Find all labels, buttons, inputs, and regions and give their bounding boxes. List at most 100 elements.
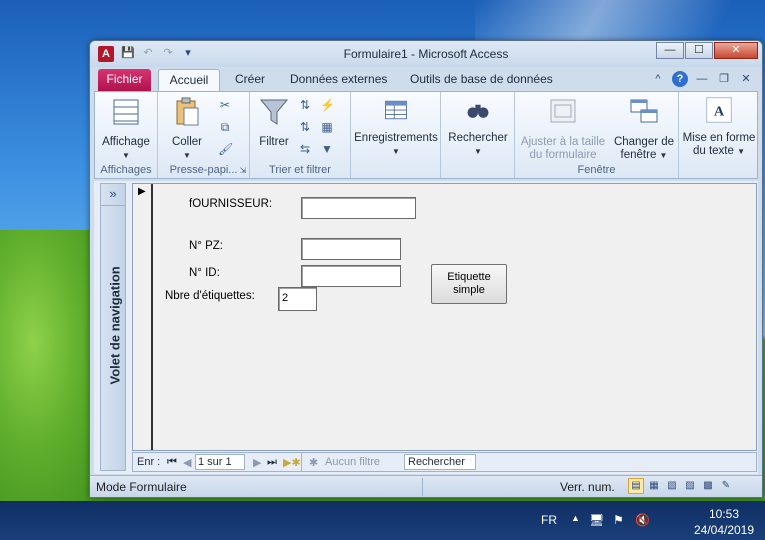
ribbon-tabs: Fichier Accueil Créer Données externes O…: [90, 67, 762, 91]
system-tray: FR ▲ 🖥 ⚑ 🔇 10:53 24/04/2019: [527, 501, 757, 540]
format-painter-icon[interactable]: 🖌: [218, 142, 233, 156]
record-search-input[interactable]: Rechercher: [404, 454, 476, 470]
clear-sort-icon[interactable]: ⇆: [298, 142, 312, 156]
nbre-etiquettes-field[interactable]: 2: [278, 287, 317, 311]
affichage-dropdown-icon: ▼: [122, 151, 130, 160]
workspace: » Volet de navigation ▶ fOURNISSEUR: N° …: [94, 181, 758, 474]
group-affichages: Affichage ▼ Affichages: [95, 92, 158, 178]
group-enregistrements: Enregistrements ▼: [351, 92, 441, 178]
doc-restore-icon[interactable]: ❐: [716, 71, 732, 87]
previous-record-icon[interactable]: ◀: [183, 456, 191, 469]
report-view-icon[interactable]: ▨: [682, 478, 698, 494]
no-filter-icon: ✱: [309, 457, 319, 469]
layout-view-icon[interactable]: ▧: [664, 478, 680, 494]
tab-creer[interactable]: Créer: [235, 69, 265, 91]
minimize-button[interactable]: —: [656, 42, 684, 59]
tab-accueil[interactable]: Accueil: [158, 69, 220, 91]
first-record-icon[interactable]: ⏮: [167, 456, 177, 469]
view-switcher: ▤ ▦ ▧ ▨ ▩ ✎: [628, 478, 734, 494]
etiquette-simple-line1: Etiquette: [447, 271, 491, 283]
pivot-view-icon[interactable]: ▩: [700, 478, 716, 494]
help-icon[interactable]: ?: [672, 71, 688, 87]
coller-button[interactable]: Coller ▼: [164, 96, 210, 162]
affichage-button[interactable]: Affichage ▼: [99, 96, 153, 162]
clock-time: 10:53: [708, 507, 740, 521]
ajuster-line1: Ajuster à la taille: [520, 136, 606, 148]
advanced-filter-icon[interactable]: ▦: [320, 120, 334, 134]
next-record-icon[interactable]: ▶: [253, 456, 261, 469]
status-mode: Mode Formulaire: [96, 480, 187, 494]
maximize-button[interactable]: ☐: [685, 42, 713, 59]
close-button[interactable]: ✕: [714, 42, 758, 59]
last-record-icon[interactable]: ⏭: [267, 456, 277, 469]
navigation-pane[interactable]: » Volet de navigation: [100, 183, 126, 471]
clock[interactable]: 10:53 24/04/2019: [691, 506, 757, 538]
etiquette-simple-line2: simple: [453, 284, 485, 296]
language-indicator[interactable]: FR: [541, 513, 557, 527]
tab-donnees-externes[interactable]: Données externes: [290, 69, 387, 91]
changer-fenetre-button[interactable]: Changer de fenêtre ▼: [611, 96, 677, 162]
tab-outils-base-de-donnees[interactable]: Outils de base de données: [410, 69, 553, 91]
view-icon: [113, 99, 139, 125]
records-icon: [385, 100, 407, 120]
mise-en-forme-line1: Mise en forme: [682, 132, 756, 144]
doc-close-icon[interactable]: ✕: [738, 71, 754, 87]
no-filter-label[interactable]: Aucun filtre: [325, 456, 380, 468]
group-fenetre: Ajuster à la taille du formulaire Change…: [515, 92, 679, 178]
group-label-trier-filtrer: Trier et filtrer: [269, 164, 331, 176]
sort-ascending-icon[interactable]: ⇅: [298, 98, 312, 112]
sort-descending-icon[interactable]: ⇅: [298, 120, 312, 134]
enregistrements-button[interactable]: Enregistrements ▼: [353, 96, 439, 158]
ajuster-taille-button[interactable]: Ajuster à la taille du formulaire: [517, 96, 609, 162]
paste-icon: [176, 97, 199, 126]
form-formulaire1: ▶ fOURNISSEUR: N° PZ: N° ID: Nbre d'étiq…: [132, 183, 757, 451]
changer-dropdown-icon: ▼: [659, 151, 668, 160]
rechercher-button[interactable]: Rechercher ▼: [443, 96, 513, 158]
doc-minimize-icon[interactable]: —: [694, 71, 710, 87]
ribbon: Affichage ▼ Affichages Coller ▼ ✂ ⧉ 🖌 Pr…: [94, 91, 758, 179]
action-center-flag-icon[interactable]: ⚑: [613, 513, 624, 527]
cut-icon[interactable]: ✂: [218, 98, 232, 112]
access-window: A 💾 ↶ ↷ ▾ Formulaire1 - Microsoft Access…: [89, 40, 763, 498]
status-separator: [422, 478, 423, 496]
record-navigation-bar: Enr : ⏮ ◀ 1 sur 1 ▶ ⏭ ▶✱ ✱ Aucun filtre …: [132, 452, 757, 472]
clock-date: 24/04/2019: [693, 523, 755, 537]
coller-dropdown-icon: ▼: [183, 151, 191, 160]
id-field[interactable]: [301, 265, 401, 287]
switch-windows-icon: [630, 99, 658, 123]
fit-form-icon: [550, 99, 576, 123]
rechercher-dropdown-icon: ▼: [474, 147, 482, 156]
pz-field[interactable]: [301, 238, 401, 260]
group-label-affichages: Affichages: [100, 164, 152, 176]
toggle-filter-icon[interactable]: ▼: [320, 142, 334, 156]
selection-icon[interactable]: ⚡: [320, 98, 335, 112]
current-record-input[interactable]: 1 sur 1: [195, 454, 245, 470]
new-record-icon[interactable]: ▶✱: [283, 456, 301, 469]
rechercher-label: Rechercher: [448, 132, 508, 144]
network-icon[interactable]: 🖥: [589, 513, 604, 527]
group-label-fenetre: Fenêtre: [577, 164, 616, 176]
title-bar[interactable]: A 💾 ↶ ↷ ▾ Formulaire1 - Microsoft Access…: [90, 41, 762, 67]
nav-pane-toggle-icon[interactable]: »: [101, 186, 125, 206]
enregistrements-label: Enregistrements: [354, 132, 438, 144]
dialog-launcher-icon[interactable]: ⇲: [236, 164, 250, 178]
collapse-ribbon-icon[interactable]: ^: [650, 71, 666, 87]
etiquette-simple-button[interactable]: Etiquette simple: [431, 264, 507, 304]
svg-text:A: A: [714, 104, 725, 119]
show-hidden-icons-icon[interactable]: ▲: [571, 513, 580, 523]
group-presse-papiers: Coller ▼ ✂ ⧉ 🖌 Presse-papi... ⇲: [158, 92, 250, 178]
volume-muted-icon[interactable]: 🔇: [635, 513, 650, 527]
tab-fichier[interactable]: Fichier: [98, 69, 151, 91]
record-selector[interactable]: ▶: [133, 184, 153, 450]
mise-en-forme-dropdown-icon: ▼: [737, 147, 746, 156]
design-view-icon[interactable]: ✎: [718, 478, 734, 494]
form-view-icon[interactable]: ▤: [628, 478, 644, 494]
datasheet-view-icon[interactable]: ▦: [646, 478, 662, 494]
copy-icon[interactable]: ⧉: [218, 120, 232, 134]
filtrer-button[interactable]: Filtrer: [254, 96, 294, 149]
mise-en-forme-button[interactable]: A Mise en forme du texte ▼: [681, 96, 757, 158]
filtrer-label: Filtrer: [259, 136, 289, 148]
ajuster-line2: du formulaire: [529, 149, 597, 161]
fournisseur-field[interactable]: [301, 197, 416, 219]
nav-pane-label[interactable]: Volet de navigation: [108, 266, 123, 384]
